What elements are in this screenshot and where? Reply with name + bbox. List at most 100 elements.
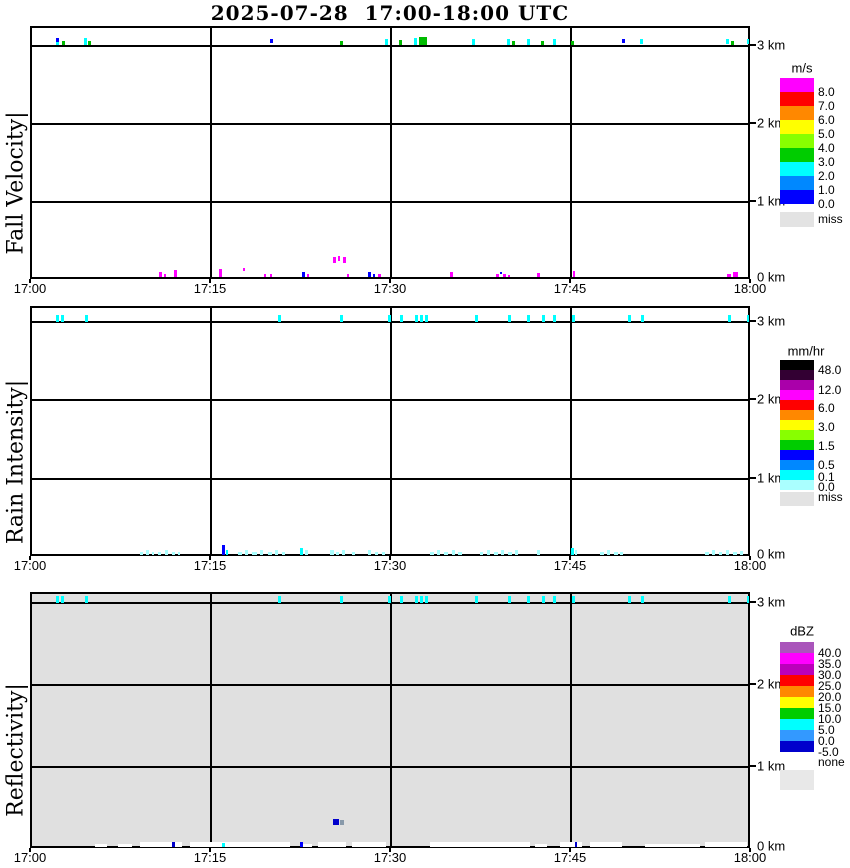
data-mark (458, 552, 462, 555)
data-mark (95, 844, 107, 847)
data-mark (378, 274, 381, 277)
data-mark (388, 596, 391, 603)
data-mark (164, 274, 166, 277)
data-mark (340, 820, 344, 825)
legend-miss-band (780, 492, 814, 506)
data-mark (307, 274, 309, 277)
x-tick-label: 17:00 (13, 850, 47, 865)
y-axis-tick (750, 44, 756, 46)
x-axis-tick (209, 279, 211, 283)
data-mark (535, 844, 547, 847)
data-mark (527, 596, 530, 603)
data-mark (419, 37, 427, 45)
data-mark (728, 315, 731, 322)
data-mark (590, 842, 622, 847)
x-axis-tick (389, 279, 391, 283)
x-axis-tick (389, 848, 391, 852)
x-axis-tick (569, 556, 571, 560)
x-axis-tick (29, 279, 31, 283)
data-mark (264, 274, 266, 277)
legend-label: 12.0 (818, 383, 842, 397)
legend-color-band (780, 697, 814, 708)
data-mark (573, 271, 575, 277)
gridline (210, 308, 212, 554)
legend-color-band (780, 675, 814, 686)
legend-color-band (780, 686, 814, 697)
data-mark (747, 596, 749, 603)
x-tick-label: 17:15 (193, 281, 227, 296)
panel-fall-velocity (30, 26, 750, 279)
data-mark (190, 842, 290, 847)
legend-miss-label: miss (818, 212, 843, 226)
legend-color-band (780, 450, 814, 460)
km-label: 0 km (757, 838, 786, 854)
data-mark (400, 596, 403, 603)
y-axis-tick (750, 398, 756, 400)
data-mark (512, 41, 515, 45)
legend-color-band (780, 470, 814, 480)
data-mark (527, 315, 530, 322)
km-label: 0 km (757, 546, 786, 562)
x-tick-label: 17:15 (193, 558, 227, 573)
data-mark (728, 596, 731, 603)
data-mark (415, 315, 418, 322)
data-mark (282, 552, 285, 555)
data-mark (385, 39, 388, 45)
data-mark (500, 272, 502, 274)
gridline (570, 308, 572, 554)
legend-title: m/s (791, 60, 813, 76)
data-mark (172, 552, 175, 555)
legend-label: 1.0 (818, 183, 835, 197)
legend-color-band (780, 430, 814, 440)
data-mark (450, 272, 453, 277)
panel-label-reflectivity: Reflectivity| (3, 683, 29, 817)
chart-title: 2025-07-28 17:00-18:00 UTC (210, 1, 570, 25)
legend-color-band (780, 420, 814, 430)
legend-color-band (780, 664, 814, 675)
data-mark (382, 552, 385, 555)
data-mark (541, 41, 544, 45)
x-tick-label: 17:15 (193, 850, 227, 865)
legend-color-band (780, 380, 814, 390)
x-axis-tick (389, 556, 391, 560)
km-label: 3 km (757, 313, 786, 329)
x-tick-label: 17:45 (553, 558, 587, 573)
data-mark (338, 256, 340, 261)
data-mark (222, 545, 225, 555)
data-mark (507, 39, 510, 45)
data-mark (56, 42, 59, 45)
gridline (390, 594, 392, 846)
data-mark (622, 39, 625, 43)
data-mark (712, 550, 715, 555)
data-mark (420, 315, 423, 322)
data-mark (414, 38, 417, 45)
data-mark (508, 275, 510, 277)
data-mark (437, 550, 440, 555)
data-mark (628, 315, 631, 322)
legend-label: 6.0 (818, 113, 835, 127)
data-mark (342, 550, 345, 555)
data-mark (640, 39, 643, 44)
data-mark (333, 257, 336, 263)
data-mark (270, 274, 272, 277)
data-mark (340, 41, 343, 45)
legend-miss-band (780, 770, 814, 790)
data-mark (343, 257, 346, 263)
data-mark (472, 39, 475, 45)
data-mark (727, 274, 731, 277)
panel-reflectivity (30, 592, 750, 848)
data-mark (719, 552, 722, 555)
x-tick-label: 17:30 (373, 281, 407, 296)
gridline (210, 594, 212, 846)
legend-label: 3.0 (818, 420, 835, 434)
data-mark (118, 844, 132, 847)
data-mark (340, 315, 343, 322)
y-axis-tick (750, 200, 756, 202)
data-mark (572, 596, 575, 603)
data-mark (278, 315, 281, 322)
x-axis-tick (569, 279, 571, 283)
data-mark (352, 842, 386, 847)
data-mark (515, 550, 518, 555)
data-mark (628, 596, 631, 603)
data-mark (508, 315, 511, 322)
